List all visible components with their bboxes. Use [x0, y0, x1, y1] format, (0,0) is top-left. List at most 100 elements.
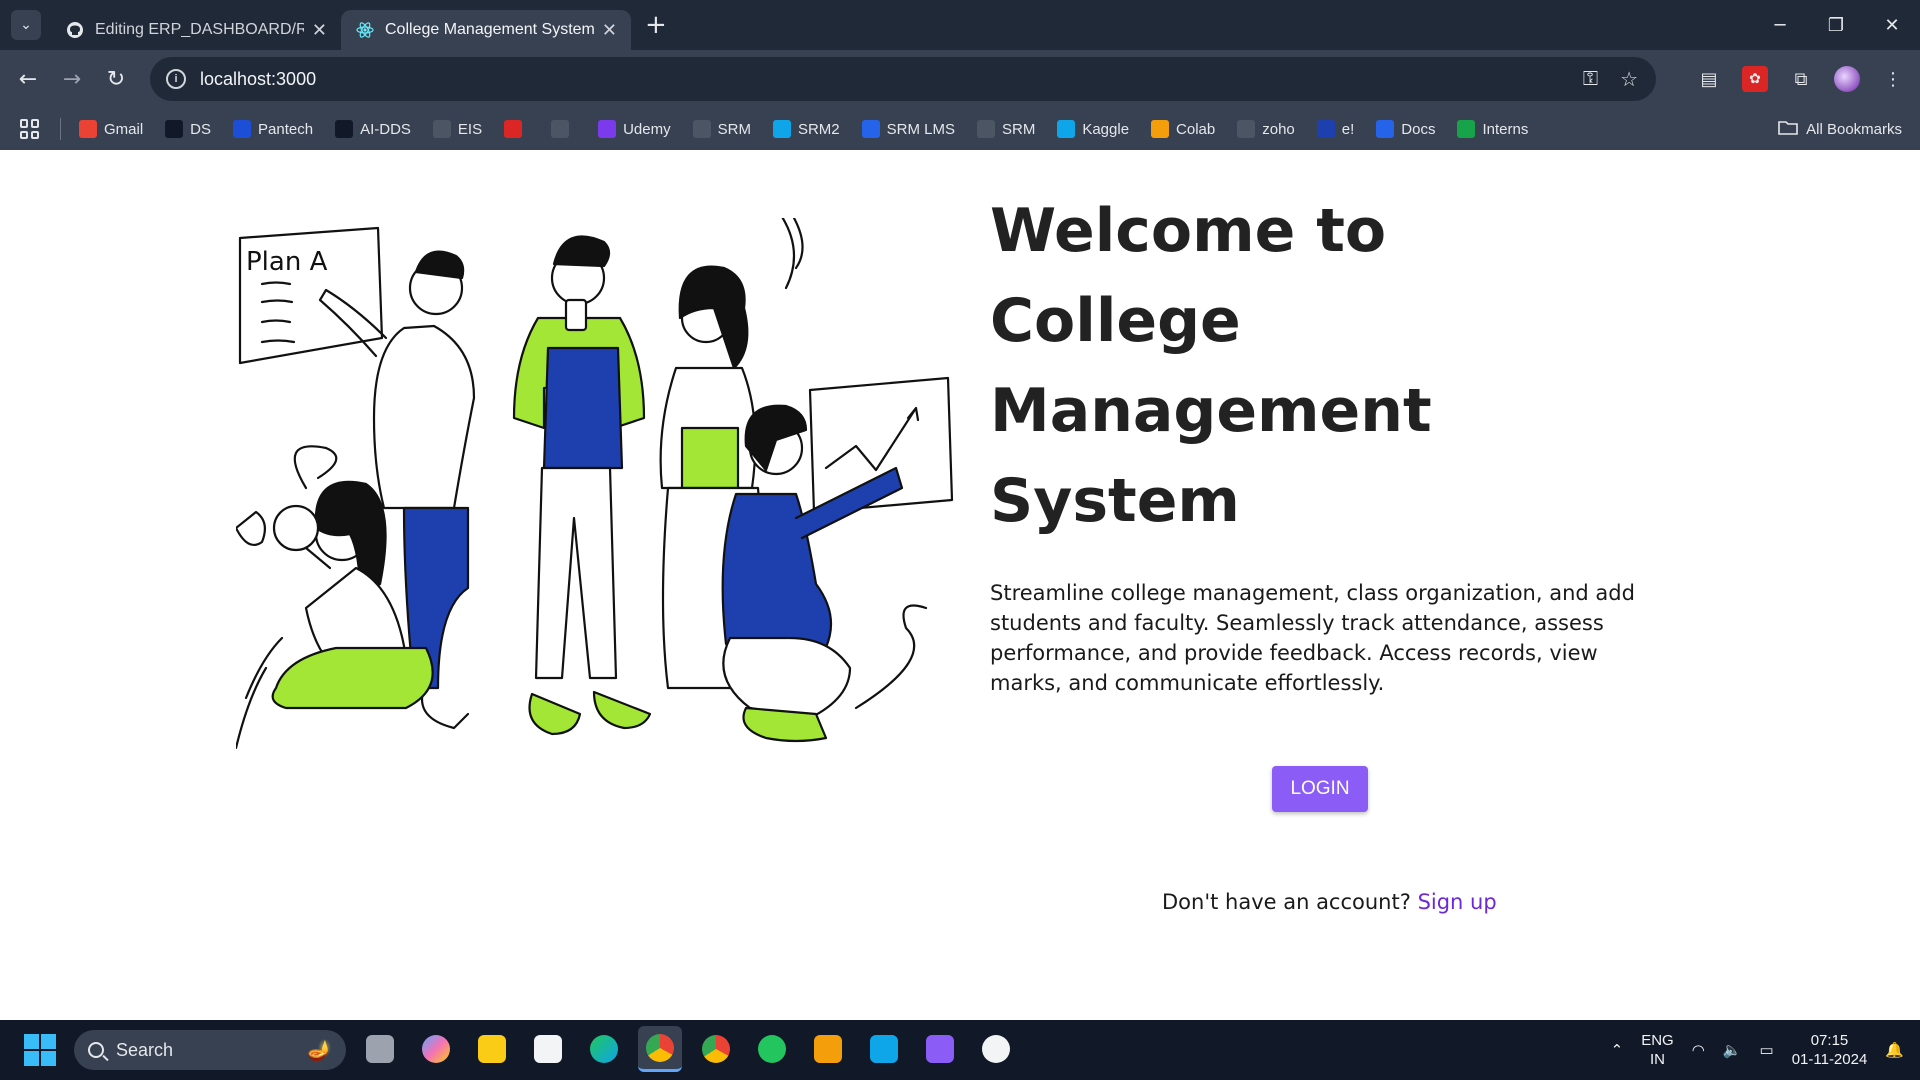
- bookmark-label: Kaggle: [1082, 120, 1130, 138]
- page-content: Plan A Welcome to College Management Sys…: [0, 150, 1920, 1020]
- bookmark-item[interactable]: SRM: [692, 120, 751, 138]
- bookmark-label: Udemy: [623, 120, 671, 138]
- file-explorer-icon[interactable]: [470, 1026, 514, 1072]
- bookmark-item[interactable]: Docs: [1376, 120, 1435, 138]
- battery-icon[interactable]: ▭: [1760, 1041, 1774, 1059]
- bookmark-item[interactable]: SRM2: [772, 120, 840, 138]
- title-line: System: [990, 466, 1240, 536]
- star-icon[interactable]: ☆: [1620, 67, 1638, 92]
- bookmark-label: zoho: [1262, 120, 1295, 138]
- react-icon: [355, 20, 375, 40]
- key-icon[interactable]: ⚿: [1583, 68, 1598, 91]
- mongodb-icon[interactable]: [974, 1026, 1018, 1072]
- chrome-icon[interactable]: [694, 1026, 738, 1072]
- system-tray: ⌃ ENG IN ◠ 🔈 ▭ 07:15 01-11-2024 🔔: [1611, 1020, 1904, 1080]
- bookmark-list: Gmail DS Pantech AI-DDS EIS Udemy SRM SRM2 SRM L…: [79, 120, 1550, 138]
- edge-icon[interactable]: [582, 1026, 626, 1072]
- close-icon[interactable]: ✕: [312, 20, 327, 41]
- e-icon: [1316, 120, 1335, 138]
- tab-label: College Management System: [385, 21, 594, 38]
- signup-link[interactable]: Sign up: [1418, 890, 1497, 914]
- task-view-icon[interactable]: [358, 1026, 402, 1072]
- sheets-icon: [1457, 120, 1476, 138]
- bookmarks-bar: Gmail DS Pantech AI-DDS EIS Udemy SRM SRM2 SRM L…: [0, 108, 1920, 150]
- tab-search-button[interactable]: ⌄: [11, 10, 41, 40]
- reload-icon[interactable]: ↻: [94, 57, 138, 101]
- power-bi-icon[interactable]: [806, 1026, 850, 1072]
- notification-icon[interactable]: 🔔: [1885, 1041, 1904, 1059]
- bookmark-item[interactable]: e!: [1316, 120, 1354, 138]
- bookmark-item[interactable]: SRM LMS: [861, 120, 955, 138]
- minimize-icon[interactable]: ─: [1752, 0, 1808, 50]
- apps-grid-icon[interactable]: [20, 119, 40, 139]
- bookmark-item[interactable]: Udemy: [598, 120, 671, 138]
- bookmark-item[interactable]: Pantech: [233, 120, 313, 138]
- globe-icon: [976, 120, 995, 138]
- back-arrow-icon[interactable]: ←: [6, 57, 50, 101]
- bookmark-label: SRM: [717, 120, 751, 138]
- windows-start-icon[interactable]: [24, 1034, 56, 1066]
- signup-row: Don't have an account? Sign up: [1162, 890, 1497, 914]
- title-line: Management: [990, 376, 1432, 446]
- volume-icon[interactable]: 🔈: [1723, 1041, 1742, 1059]
- gmail-icon: [79, 120, 97, 138]
- restore-icon[interactable]: ❐: [1808, 0, 1864, 50]
- address-bar[interactable]: i localhost:3000 ⚿ ☆: [150, 57, 1656, 101]
- printer-extension-icon[interactable]: ▤: [1696, 66, 1722, 92]
- bookmark-label: SRM LMS: [886, 120, 955, 138]
- site-info-icon[interactable]: i: [166, 69, 186, 89]
- hero-title: Welcome to College Management System: [990, 186, 1550, 546]
- whatsapp-icon[interactable]: [750, 1026, 794, 1072]
- close-window-icon[interactable]: ✕: [1864, 0, 1920, 50]
- bookmark-item[interactable]: SRM: [976, 120, 1035, 138]
- bookmark-item[interactable]: Kaggle: [1057, 120, 1129, 138]
- bookmark-label: EIS: [457, 120, 483, 138]
- vscode-icon[interactable]: [862, 1026, 906, 1072]
- chevron-down-icon: ⌄: [20, 17, 32, 33]
- chevron-up-icon[interactable]: ⌃: [1611, 1041, 1624, 1059]
- menu-dots-icon[interactable]: ⋮: [1880, 66, 1906, 92]
- bookmark-item[interactable]: Interns: [1457, 120, 1528, 138]
- clock[interactable]: 07:15 01-11-2024: [1792, 1031, 1868, 1069]
- search-icon: [88, 1042, 104, 1058]
- signup-prompt: Don't have an account?: [1162, 890, 1411, 914]
- copilot-icon[interactable]: [414, 1026, 458, 1072]
- tab-editing-erp[interactable]: Editing ERP_DASHBOARD/READ ✕: [51, 10, 341, 50]
- taskbar-search[interactable]: Search 🪔: [74, 1030, 346, 1070]
- store-icon[interactable]: [526, 1026, 570, 1072]
- wifi-icon[interactable]: ◠: [1692, 1041, 1705, 1059]
- srm-lms-icon: [861, 120, 880, 138]
- red-extension-icon[interactable]: ✿: [1742, 66, 1768, 92]
- all-bookmarks[interactable]: All Bookmarks: [1778, 108, 1902, 150]
- bookmark-item[interactable]: [551, 120, 576, 138]
- bookmark-item[interactable]: [504, 120, 529, 138]
- tab-college-management[interactable]: College Management System ✕: [341, 10, 631, 50]
- url-text: localhost:3000: [200, 68, 317, 89]
- chrome-active-icon[interactable]: [638, 1026, 682, 1072]
- kaggle-icon: [1057, 120, 1076, 138]
- forward-arrow-icon[interactable]: →: [50, 57, 94, 101]
- puzzle-icon[interactable]: ⧉: [1788, 66, 1814, 92]
- diwali-lamp-icon: 🪔: [307, 1040, 332, 1062]
- clock-time: 07:15: [1810, 1032, 1849, 1049]
- bookmark-item[interactable]: AI-DDS: [335, 120, 411, 138]
- window-controls: ─ ❐ ✕: [1752, 0, 1920, 50]
- bookmark-item[interactable]: zoho: [1237, 120, 1295, 138]
- hourglass-icon: [551, 120, 570, 138]
- new-tab-plus-icon[interactable]: +: [645, 10, 667, 40]
- close-icon[interactable]: ✕: [602, 20, 617, 41]
- profile-avatar[interactable]: [1834, 66, 1860, 92]
- taskbar-search-label: Search: [116, 1039, 174, 1060]
- bookmark-item[interactable]: Colab: [1151, 120, 1215, 138]
- bookmark-item[interactable]: Gmail: [79, 120, 143, 138]
- login-button[interactable]: LOGIN: [1272, 766, 1368, 812]
- bookmark-item[interactable]: EIS: [432, 120, 483, 138]
- clipchamp-icon[interactable]: [918, 1026, 962, 1072]
- folder-icon: [1778, 119, 1798, 139]
- bookmark-label: AI-DDS: [360, 120, 411, 138]
- taskbar-apps: [358, 1026, 1018, 1072]
- zoho-icon: [1237, 120, 1256, 138]
- bookmark-item[interactable]: DS: [165, 120, 211, 138]
- team-planning-illustration: Plan A: [236, 218, 954, 750]
- language-indicator[interactable]: ENG IN: [1641, 1031, 1674, 1069]
